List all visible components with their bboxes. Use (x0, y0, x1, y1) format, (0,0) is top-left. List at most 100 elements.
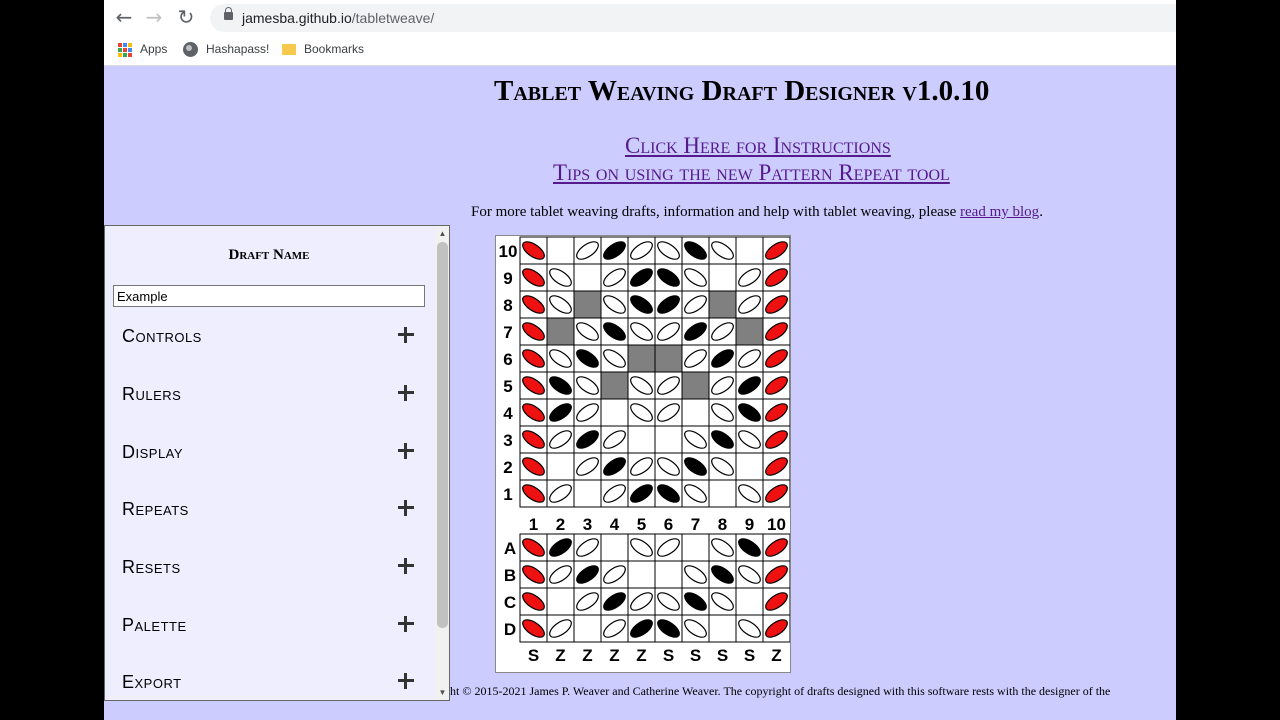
globe-icon (183, 42, 198, 58)
row-label: 1 (503, 485, 512, 504)
threading-cell[interactable] (735, 587, 764, 616)
apps-grid-icon (118, 42, 132, 57)
bookmark-hashapass[interactable]: Hashapass! (183, 35, 269, 65)
plus-icon[interactable] (398, 327, 414, 343)
scrollbar-thumb[interactable] (437, 242, 448, 628)
hole-label: D (504, 620, 516, 639)
pattern-cell[interactable] (681, 398, 710, 427)
threading-cell[interactable] (600, 533, 629, 562)
hole-label: C (504, 593, 516, 612)
draft-name-label: Draft Name (228, 247, 310, 263)
pattern-cell[interactable] (654, 425, 683, 454)
scroll-down-arrow-icon[interactable]: ▼ (435, 685, 449, 700)
section-rulers[interactable]: Rulers (105, 382, 435, 426)
pattern-cell[interactable] (681, 371, 710, 400)
pattern-cell[interactable] (708, 263, 737, 292)
plus-icon[interactable] (398, 558, 414, 574)
intro-text: For more tablet weaving drafts, informat… (471, 204, 1043, 220)
forward-arrow-icon[interactable]: → (142, 6, 166, 28)
row-label: 7 (503, 323, 512, 342)
draft-name-input[interactable] (113, 285, 425, 307)
back-arrow-icon[interactable]: ← (112, 6, 136, 28)
threading-cell[interactable] (654, 560, 683, 589)
pattern-cell[interactable] (573, 479, 602, 508)
tablet-number: 7 (691, 515, 700, 534)
weaving-draft: 10 9 8 7 6 5 4 3 2 1 1 2 3 4 5 6 7 8 9 10 A B C D S Z Z Z Z S S S S Z (495, 235, 791, 673)
tablet-number: 2 (556, 515, 565, 534)
draft-canvas[interactable]: 109876543211 2 3 4 5 6 7 8 9 10ABCDS Z Z Z Z S S S S Z (496, 236, 791, 672)
threading-direction: S (690, 646, 701, 665)
threading-direction: Z (609, 646, 619, 665)
threading-direction: S (717, 646, 728, 665)
tablet-number: 3 (583, 515, 592, 534)
address-url[interactable]: jamesba.github.io/tabletweave/ (242, 4, 434, 32)
pattern-cell[interactable] (735, 452, 764, 481)
bookmark-folder[interactable]: Bookmarks (282, 35, 364, 65)
browser-viewport: ← → ↻ jamesba.github.io/tabletweave/ App… (104, 0, 1176, 720)
row-label: 4 (503, 404, 513, 423)
threading-direction: Z (555, 646, 565, 665)
threading-direction: S (528, 646, 539, 665)
tips-link[interactable]: Tips on using the new Pattern Repeat too… (553, 160, 950, 186)
pattern-cell[interactable] (573, 290, 602, 319)
plus-icon[interactable] (398, 443, 414, 459)
tablet-number: 4 (610, 515, 620, 534)
tablet-number: 9 (745, 515, 754, 534)
page-title: Tablet Weaving Draft Designer v1.0.10 (494, 75, 990, 107)
threading-cell[interactable] (708, 614, 737, 643)
tablet-number: 5 (637, 515, 646, 534)
copyright-footer: ht © 2015-2021 James P. Weaver and Cathe… (450, 684, 1111, 698)
row-label: 8 (503, 296, 512, 315)
tablet-number: 6 (664, 515, 673, 534)
page-content: Tablet Weaving Draft Designer v1.0.10 Cl… (104, 67, 1176, 720)
pattern-cell[interactable] (627, 425, 656, 454)
threading-direction: S (744, 646, 755, 665)
threading-cell[interactable] (573, 614, 602, 643)
section-display[interactable]: Display (105, 440, 435, 484)
pattern-cell[interactable] (573, 263, 602, 292)
plus-icon[interactable] (398, 673, 414, 689)
section-resets[interactable]: Resets (105, 555, 435, 599)
threading-cell[interactable] (627, 560, 656, 589)
threading-direction: Z (636, 646, 646, 665)
scroll-up-arrow-icon[interactable]: ▲ (435, 226, 449, 241)
sidebar-scrollbar[interactable]: ▲ ▼ (435, 226, 449, 700)
browser-toolbar: ← → ↻ jamesba.github.io/tabletweave/ (104, 0, 1176, 35)
lock-icon (224, 7, 233, 20)
pattern-cell[interactable] (627, 344, 656, 373)
row-label: 9 (503, 269, 512, 288)
instructions-link[interactable]: Click Here for Instructions (625, 133, 891, 159)
threading-direction: S (663, 646, 674, 665)
tablet-number: 10 (767, 515, 786, 534)
plus-icon[interactable] (398, 500, 414, 516)
bookmarks-bar: Apps Hashapass! Bookmarks (104, 35, 1176, 66)
pattern-cell[interactable] (708, 290, 737, 319)
row-label: 6 (503, 350, 512, 369)
address-bar[interactable]: jamesba.github.io/tabletweave/ (210, 4, 1176, 32)
tablet-number: 8 (718, 515, 727, 534)
reload-icon[interactable]: ↻ (174, 6, 198, 28)
pattern-cell[interactable] (600, 371, 629, 400)
pattern-cell[interactable] (735, 317, 764, 346)
section-controls[interactable]: Controls (105, 324, 435, 368)
pattern-cell[interactable] (546, 236, 575, 265)
plus-icon[interactable] (398, 385, 414, 401)
threading-cell[interactable] (546, 587, 575, 616)
pattern-cell[interactable] (546, 452, 575, 481)
plus-icon[interactable] (398, 616, 414, 632)
section-export[interactable]: Export (105, 670, 435, 700)
blog-link[interactable]: read my blog (960, 204, 1039, 220)
pattern-cell[interactable] (600, 398, 629, 427)
pattern-cell[interactable] (735, 236, 764, 265)
folder-icon (282, 44, 296, 56)
section-repeats[interactable]: Repeats (105, 497, 435, 541)
pattern-cell[interactable] (654, 344, 683, 373)
tablet-number: 1 (529, 515, 538, 534)
bookmark-apps[interactable]: Apps (118, 35, 167, 65)
row-label: 2 (503, 458, 512, 477)
pattern-cell[interactable] (708, 479, 737, 508)
threading-cell[interactable] (681, 533, 710, 562)
pattern-cell[interactable] (546, 317, 575, 346)
hole-label: A (504, 539, 516, 558)
section-palette[interactable]: Palette (105, 613, 435, 657)
